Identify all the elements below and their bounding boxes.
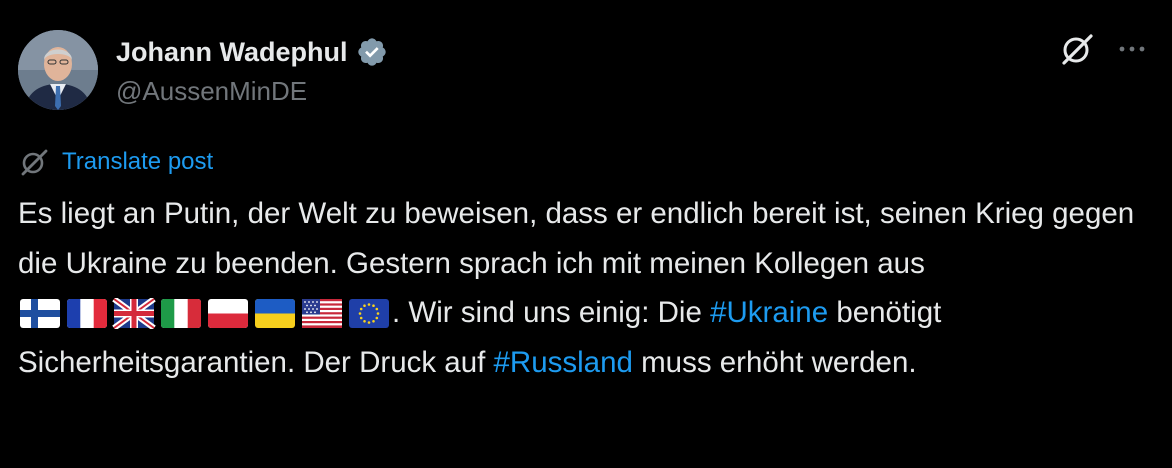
- flag-european-union-icon: [349, 299, 389, 328]
- flag-italy-icon: [161, 299, 201, 328]
- flag-finland-icon: [20, 299, 60, 328]
- post-text-part-2: . Wir sind uns einig: Die: [392, 296, 711, 329]
- post-text-part-1: Es liegt an Putin, der Welt zu beweisen,…: [18, 197, 1135, 280]
- translate-post-link[interactable]: Translate post: [62, 147, 213, 177]
- translate-icon[interactable]: [18, 146, 50, 178]
- post-card: Johann Wadephul @AussenMinDE Translate p…: [0, 0, 1172, 468]
- flag-ukraine-icon: [255, 299, 295, 328]
- author-name-row[interactable]: Johann Wadephul: [116, 36, 388, 68]
- hashtag-ukraine-link[interactable]: #Ukraine: [710, 296, 828, 329]
- avatar[interactable]: [18, 30, 98, 110]
- author-name[interactable]: Johann Wadephul: [116, 37, 348, 67]
- flag-emojis: [20, 298, 392, 329]
- more-icon[interactable]: [1112, 36, 1152, 62]
- post-text: Es liegt an Putin, der Welt zu beweisen,…: [18, 189, 1158, 387]
- flag-france-icon: [67, 299, 107, 328]
- hashtag-russland-link[interactable]: #Russland: [494, 346, 633, 379]
- translate-row[interactable]: Translate post: [18, 146, 213, 178]
- flag-united-states-icon: [302, 299, 342, 328]
- verified-badge-icon[interactable]: [356, 36, 388, 68]
- author-handle[interactable]: @AussenMinDE: [116, 76, 307, 106]
- flag-united-kingdom-icon: [112, 298, 156, 329]
- flag-poland-icon: [208, 299, 248, 328]
- post-text-part-4: muss erhöht werden.: [632, 345, 917, 379]
- grok-icon[interactable]: [1058, 30, 1096, 68]
